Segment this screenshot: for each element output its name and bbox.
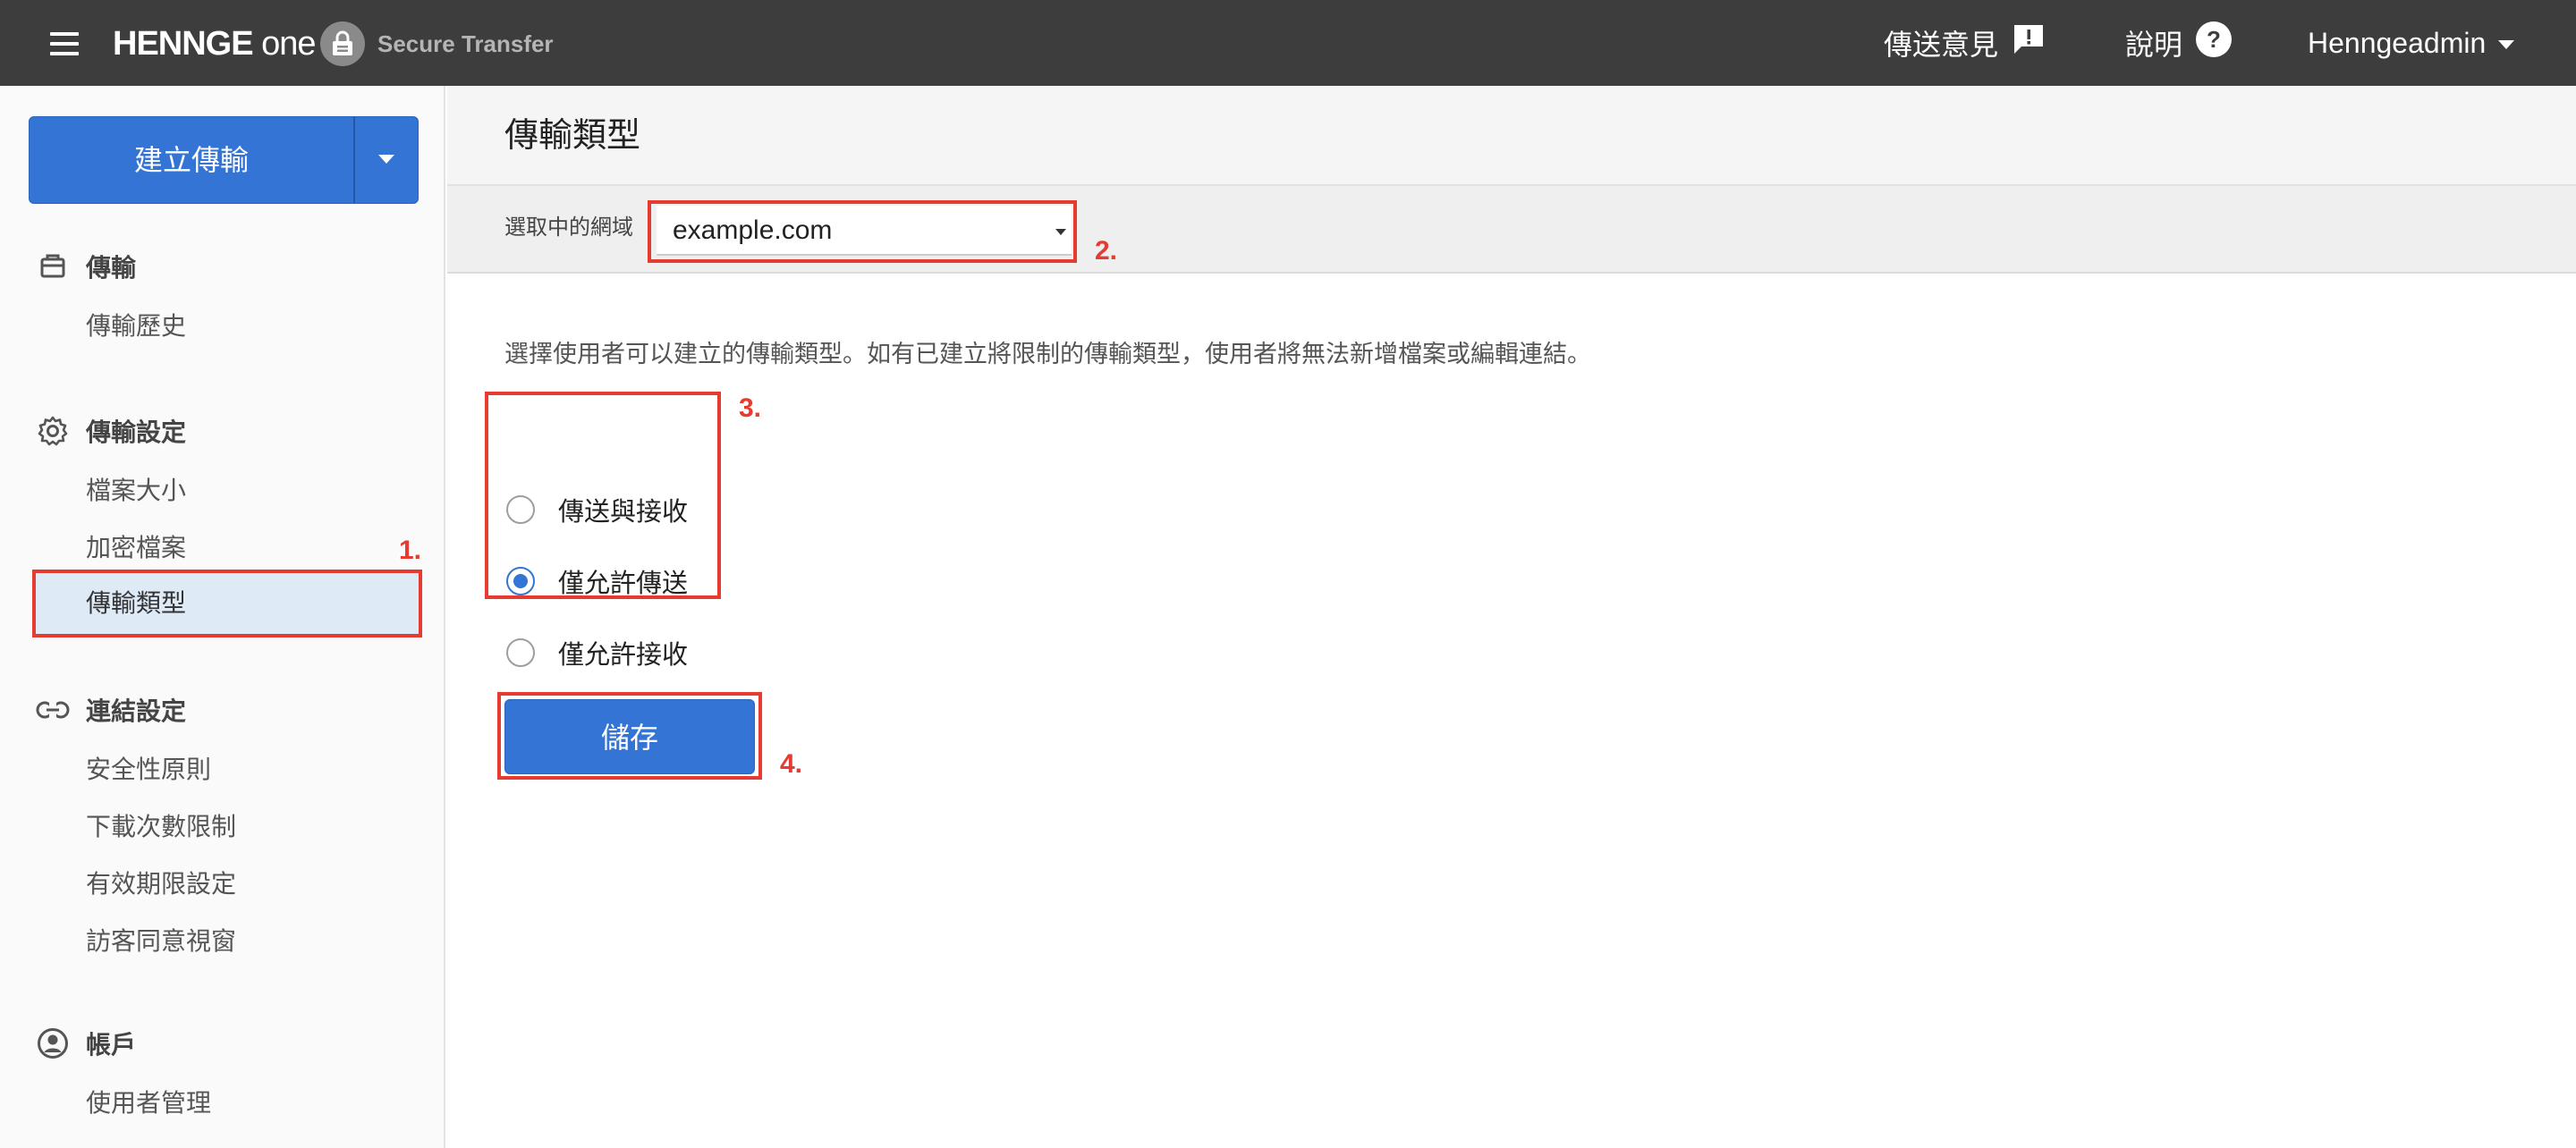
caret-down-icon: [378, 155, 394, 164]
transfer-type-description: 選擇使用者可以建立的傳輸類型。如有已建立將限制的傳輸類型，使用者將無法新增檔案或…: [504, 341, 1591, 367]
page-title: 傳輸類型: [504, 117, 641, 155]
sidebar-item-guest-consent[interactable]: 訪客同意視窗: [86, 924, 236, 959]
user-name: Henngeadmin: [2308, 26, 2487, 59]
gear-icon: [36, 414, 70, 448]
svg-text:?: ?: [2207, 26, 2221, 53]
sidebar-item-file-size[interactable]: 檔案大小: [86, 473, 186, 509]
account-icon: [36, 1026, 70, 1060]
sidebar-item-encrypted-files[interactable]: 加密檔案: [86, 530, 186, 566]
page-header: 傳輸類型: [447, 86, 2576, 186]
logo-suffix: one: [252, 25, 316, 63]
create-transfer-button[interactable]: 建立傳輸: [30, 117, 353, 203]
lock-icon: [320, 21, 365, 66]
top-bar: HENNGE one Secure Transfer 傳送意見 說明 ? Hen…: [0, 0, 2576, 86]
sidebar-item-download-limit[interactable]: 下載次數限制: [86, 809, 236, 845]
section-account: 帳戶: [36, 1026, 136, 1061]
sidebar-item-transfer-history[interactable]: 傳輸歷史: [86, 308, 186, 344]
create-transfer-button-group: 建立傳輸: [29, 116, 419, 204]
annotation-label-1: 1.: [399, 536, 422, 565]
section-link-settings: 連結設定: [36, 692, 186, 728]
radio-receive-only[interactable]: 僅允許接收: [506, 634, 688, 671]
section-title: 傳輸: [86, 254, 137, 282]
radio-label: 僅允許接收: [558, 641, 689, 670]
radio-button[interactable]: [506, 638, 535, 667]
create-transfer-dropdown-button[interactable]: [355, 117, 418, 203]
menu-icon[interactable]: [50, 32, 79, 55]
product-name: Secure Transfer: [377, 30, 554, 57]
package-icon: [36, 249, 70, 283]
logo-main: HENNGE: [113, 25, 254, 63]
help-label: 說明: [2125, 29, 2183, 61]
section-transfer-settings: 傳輸設定: [36, 413, 186, 449]
annotation-label-3: 3.: [739, 393, 762, 423]
annotation-box-1: [32, 570, 422, 637]
annotation-box-3: [485, 392, 721, 599]
domain-label: 選取中的網域: [504, 215, 633, 240]
section-title: 帳戶: [86, 1031, 137, 1059]
annotation-label-4: 4.: [780, 749, 803, 779]
sidebar-item-user-management[interactable]: 使用者管理: [86, 1085, 211, 1121]
help-icon: ?: [2195, 21, 2233, 65]
annotation-box-4: [497, 692, 762, 780]
sidebar-item-expiry-settings[interactable]: 有效期限設定: [86, 866, 236, 902]
feedback-icon: [2011, 21, 2046, 64]
link-icon: [36, 693, 70, 727]
feedback-link[interactable]: 傳送意見: [1884, 0, 2046, 86]
section-title: 連結設定: [86, 697, 187, 725]
section-transfer: 傳輸: [36, 249, 136, 284]
help-link[interactable]: 說明 ?: [2125, 0, 2233, 86]
annotation-label-2: 2.: [1095, 236, 1118, 266]
section-title: 傳輸設定: [86, 418, 187, 446]
chevron-down-icon: [2498, 40, 2515, 49]
feedback-label: 傳送意見: [1884, 29, 1999, 61]
app-logo[interactable]: HENNGE one: [113, 21, 317, 66]
annotation-box-2: [648, 200, 1077, 263]
user-menu[interactable]: Henngeadmin: [2308, 0, 2515, 86]
sidebar-item-security-policy[interactable]: 安全性原則: [86, 752, 211, 788]
